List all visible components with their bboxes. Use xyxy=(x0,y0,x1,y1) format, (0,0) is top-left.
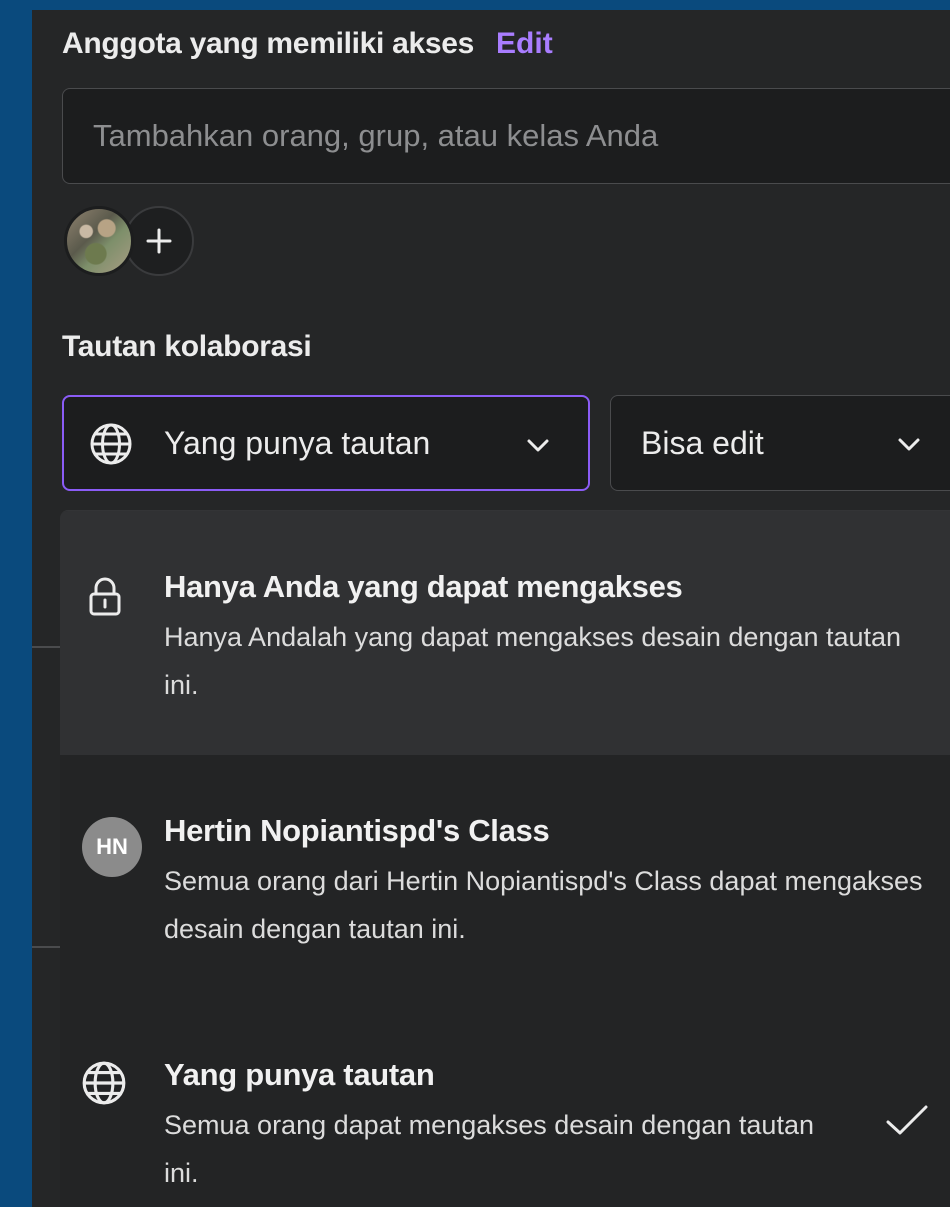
class-avatar: HN xyxy=(82,817,142,877)
menu-item-description: Semua orang dari Hertin Nopiantispd's Cl… xyxy=(164,866,923,944)
plus-icon xyxy=(146,228,172,254)
add-people-input[interactable] xyxy=(63,89,950,183)
link-access-menu: Hanya Anda yang dapat mengakses Hanya An… xyxy=(60,510,950,1207)
link-access-value: Yang punya tautan xyxy=(164,424,431,461)
menu-item-description: Hanya Andalah yang dapat mengakses desai… xyxy=(164,622,902,700)
menu-item-class[interactable]: HN Hertin Nopiantispd's Class Semua oran… xyxy=(60,755,950,999)
share-panel: Anggota yang memiliki akses Edit Tautan … xyxy=(32,10,950,1207)
divider xyxy=(32,646,60,648)
chevron-down-icon xyxy=(898,438,920,451)
checkmark-icon xyxy=(886,1105,928,1135)
menu-item-anyone-with-link[interactable]: Yang punya tautan Semua orang dapat meng… xyxy=(60,999,950,1207)
globe-icon xyxy=(82,1061,126,1105)
add-member-button[interactable] xyxy=(124,206,194,276)
collab-link-heading: Tautan kolaborasi xyxy=(62,330,312,363)
members-heading-row: Anggota yang memiliki akses Edit xyxy=(62,24,553,64)
menu-item-only-you[interactable]: Hanya Anda yang dapat mengakses Hanya An… xyxy=(60,511,950,755)
globe-icon xyxy=(90,423,132,465)
menu-item-description: Semua orang dapat mengakses desain denga… xyxy=(164,1110,814,1188)
lock-icon xyxy=(89,577,121,616)
chevron-down-icon xyxy=(527,439,549,452)
menu-item-title: Yang punya tautan xyxy=(164,1057,435,1092)
divider xyxy=(32,946,60,948)
menu-item-title: Hanya Anda yang dapat mengakses xyxy=(164,569,683,604)
link-permission-dropdown[interactable]: Bisa edit xyxy=(610,395,950,491)
edit-members-link[interactable]: Edit xyxy=(496,27,553,61)
menu-item-title: Hertin Nopiantispd's Class xyxy=(164,813,550,848)
link-permission-value: Bisa edit xyxy=(641,424,764,461)
add-people-field-container xyxy=(62,88,950,184)
avatar[interactable] xyxy=(64,206,134,276)
member-avatars xyxy=(64,206,204,280)
members-heading: Anggota yang memiliki akses xyxy=(62,27,475,60)
link-access-dropdown[interactable]: Yang punya tautan xyxy=(62,395,590,491)
